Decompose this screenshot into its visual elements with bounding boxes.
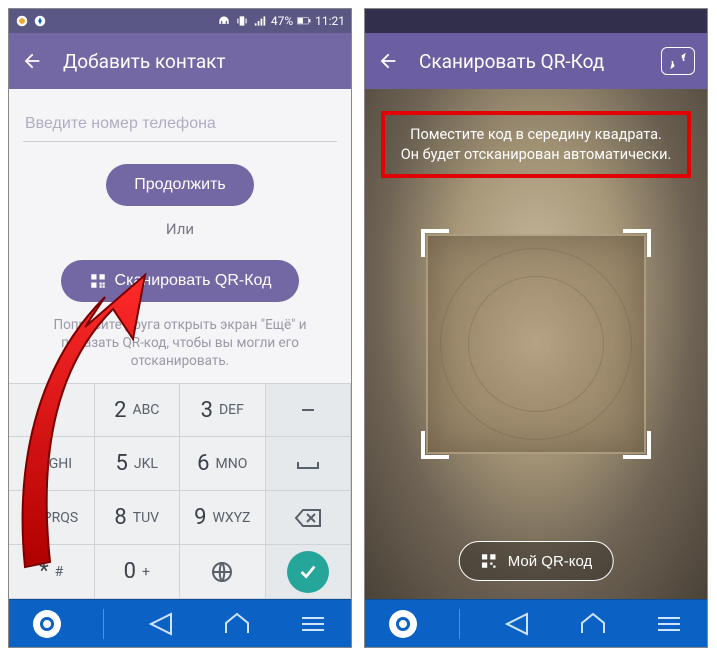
checkmark-icon	[287, 551, 329, 593]
continue-button[interactable]: Продолжить	[106, 164, 253, 206]
key-lang[interactable]	[180, 545, 266, 599]
battery-text: 47%	[271, 14, 293, 28]
key-1[interactable]: 1	[9, 384, 95, 438]
status-bar	[365, 9, 707, 33]
key-2[interactable]: 2ABC	[95, 384, 181, 438]
frame-corner-icon	[421, 431, 449, 459]
nav-recent-button[interactable]	[293, 604, 333, 644]
or-divider-text: Или	[23, 220, 337, 238]
teamviewer-indicator-icon[interactable]	[27, 604, 67, 644]
scan-qr-button[interactable]: Сканировать QR-Код	[61, 260, 300, 302]
instruction-line-2: Он будет отсканирован автоматически.	[393, 145, 679, 165]
vibrate-icon	[235, 14, 249, 28]
nav-home-button[interactable]	[573, 604, 613, 644]
screenshot-scan-qr: Сканировать QR-Код Поместите код в серед…	[364, 8, 708, 648]
app-header: Сканировать QR-Код	[365, 33, 707, 89]
key-4[interactable]: 4GHI	[9, 437, 95, 491]
key-3[interactable]: 3DEF	[180, 384, 266, 438]
switch-camera-button[interactable]	[661, 47, 695, 75]
nav-home-button[interactable]	[217, 604, 257, 644]
teamviewer-indicator-icon[interactable]	[383, 604, 423, 644]
scan-target-frame	[423, 231, 649, 457]
my-qr-code-button[interactable]: Мой QR-код	[459, 541, 614, 581]
system-nav-bar	[365, 599, 707, 647]
nav-back-button[interactable]	[496, 604, 536, 644]
screenshot-add-contact: 47% 11:21 Добавить контакт Продолжить Ил…	[8, 8, 352, 648]
scan-instruction-box: Поместите код в середину квадрата. Он бу…	[381, 111, 691, 178]
status-bar: 47% 11:21	[9, 9, 351, 33]
header-title: Добавить контакт	[63, 50, 226, 73]
phone-number-input[interactable]	[23, 107, 337, 142]
scan-qr-button-label: Сканировать QR-Код	[115, 272, 272, 290]
key-7[interactable]: 7PRQS	[9, 491, 95, 545]
add-contact-body: Продолжить Или Сканировать QR-Код Попрос…	[9, 89, 351, 383]
system-nav-bar	[9, 599, 351, 647]
app1-status-icon	[15, 14, 29, 28]
key-6[interactable]: 6MNO	[180, 437, 266, 491]
clock-text: 11:21	[315, 14, 345, 28]
app2-status-icon	[33, 14, 47, 28]
app-header: Добавить контакт	[9, 33, 351, 89]
back-arrow-icon[interactable]	[377, 50, 399, 72]
key-backspace[interactable]	[266, 491, 352, 545]
header-title: Сканировать QR-Код	[419, 50, 604, 73]
key-5[interactable]: 5JKL	[95, 437, 181, 491]
qr-icon	[89, 272, 107, 290]
key-star[interactable]: *#	[9, 545, 95, 599]
my-qr-label: Мой QR-код	[508, 553, 593, 570]
key-9[interactable]: 9WXYZ	[180, 491, 266, 545]
frame-corner-icon	[623, 431, 651, 459]
instruction-line-1: Поместите код в середину квадрата.	[393, 125, 679, 145]
nav-recent-button[interactable]	[649, 604, 689, 644]
key-space[interactable]	[266, 437, 352, 491]
key-0[interactable]: 0+	[95, 545, 181, 599]
battery-icon	[297, 14, 311, 28]
signal-icon	[253, 14, 267, 28]
key-dash[interactable]	[266, 384, 352, 438]
numeric-keypad: 1 2ABC 3DEF 4GHI 5JKL 6MNO 7PRQS 8TUV 9W…	[9, 383, 351, 599]
qr-icon	[480, 552, 498, 570]
key-8[interactable]: 8TUV	[95, 491, 181, 545]
scan-hint-text: Попросите друга открыть экран "Ещё" и по…	[23, 316, 337, 371]
camera-viewfinder: Поместите код в середину квадрата. Он бу…	[365, 89, 707, 599]
nav-back-button[interactable]	[140, 604, 180, 644]
headset-icon	[217, 14, 231, 28]
frame-corner-icon	[421, 229, 449, 257]
key-done[interactable]	[266, 545, 352, 599]
frame-corner-icon	[623, 229, 651, 257]
back-arrow-icon[interactable]	[21, 50, 43, 72]
